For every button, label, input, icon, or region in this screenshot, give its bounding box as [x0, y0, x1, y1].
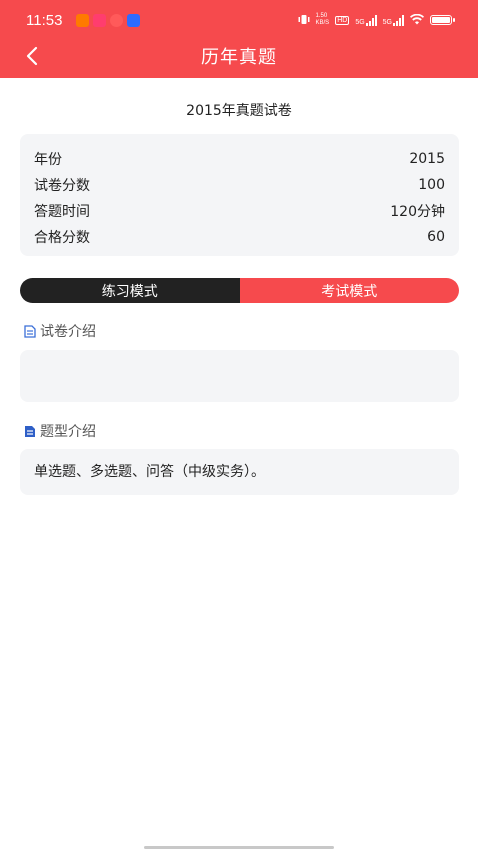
info-value: 120分钟 — [390, 204, 445, 220]
battery-icon — [430, 15, 455, 25]
info-label: 试卷分数 — [34, 178, 90, 194]
paper-intro-box — [20, 350, 459, 402]
info-value: 2015 — [409, 151, 445, 167]
mode-switch: 练习模式 考试模式 — [20, 278, 459, 303]
info-row-score: 试卷分数 100 — [34, 172, 445, 198]
status-indicators: 1.50 KB/S HD 5G 5G — [298, 13, 455, 27]
info-row-year: 年份 2015 — [34, 146, 445, 172]
paper-intro-header: 试卷介绍 — [24, 321, 96, 341]
signal-icon — [393, 14, 404, 26]
document-icon — [25, 425, 35, 437]
net-speed: 1.50 KB/S — [315, 13, 330, 26]
info-row-pass-score: 合格分数 60 — [34, 224, 445, 250]
status-app-icons — [76, 14, 140, 27]
signal-label: 5G — [382, 18, 392, 26]
info-label: 年份 — [34, 152, 62, 168]
paper-title: 2015年真题试卷 — [186, 103, 292, 119]
signal-label: 5G — [355, 18, 365, 26]
section-title: 题型介绍 — [40, 424, 96, 440]
info-value: 100 — [418, 177, 445, 193]
status-time: 11:53 — [26, 12, 63, 29]
info-label: 答题时间 — [34, 204, 90, 220]
info-row-time: 答题时间 120分钟 — [34, 198, 445, 224]
question-intro-header: 题型介绍 — [24, 421, 96, 441]
practice-mode-button[interactable]: 练习模式 — [20, 278, 240, 303]
app-header: 11:53 1.50 KB/S HD 5G 5G 历年真题 — [0, 0, 478, 78]
notification-app-icon — [110, 14, 123, 27]
signal-icon — [365, 14, 377, 26]
info-label: 合格分数 — [34, 230, 90, 246]
notification-app-icon — [127, 14, 140, 27]
signal-2: 5G — [382, 14, 404, 26]
hd-icon: HD — [335, 15, 350, 25]
status-bar: 11:53 1.50 KB/S HD 5G 5G — [0, 0, 478, 40]
notification-app-icon — [93, 14, 106, 27]
vibrate-icon — [298, 14, 310, 27]
signal-1: 5G — [355, 14, 377, 26]
exam-mode-button[interactable]: 考试模式 — [239, 278, 459, 303]
wifi-icon — [410, 13, 424, 27]
paper-info-card: 年份 2015 试卷分数 100 答题时间 120分钟 合格分数 60 — [20, 134, 459, 256]
document-outline-icon — [24, 324, 36, 338]
section-title: 试卷介绍 — [40, 324, 96, 340]
info-value: 60 — [427, 229, 445, 245]
home-indicator[interactable] — [144, 846, 334, 849]
paper-intro-text — [20, 350, 459, 378]
question-intro-text: 单选题、多选题、问答（中级实务）。 — [34, 464, 265, 480]
question-intro-box: 单选题、多选题、问答（中级实务）。 — [20, 449, 459, 495]
page-title: 历年真题 — [201, 47, 277, 68]
notification-app-icon — [76, 14, 89, 27]
